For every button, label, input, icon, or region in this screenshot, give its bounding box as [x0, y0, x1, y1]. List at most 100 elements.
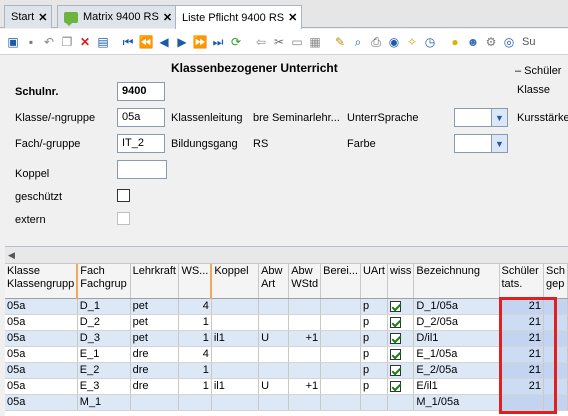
cell-sch-gep[interactable] — [543, 314, 568, 331]
clock-icon[interactable]: ◷ — [422, 34, 438, 50]
save-icon[interactable]: ▪ — [23, 34, 39, 50]
cell-klasse[interactable]: 05a — [5, 346, 78, 363]
gear-icon[interactable]: ⚙ — [483, 34, 499, 50]
cell-wiss[interactable] — [387, 362, 415, 379]
cell-klasse[interactable]: 05a — [5, 394, 78, 411]
prev-icon[interactable]: ◀ — [156, 34, 172, 50]
fach-field[interactable]: IT_2 — [117, 134, 165, 153]
cell-ws[interactable] — [178, 394, 212, 411]
more-label[interactable]: Su — [522, 36, 535, 48]
view-icon[interactable]: ◉ — [386, 34, 402, 50]
cell-ws[interactable]: 1 — [178, 362, 212, 379]
wiss-checkbox[interactable] — [389, 316, 401, 328]
cell-berei[interactable] — [320, 346, 361, 363]
farbe-select[interactable]: ▼ — [454, 134, 508, 153]
cell-berei[interactable] — [320, 330, 361, 347]
cell-bezeichnung[interactable]: D_1/05a — [413, 298, 500, 315]
cell-berei[interactable] — [320, 378, 361, 395]
horizontal-scrollbar[interactable]: ◀ — [5, 247, 568, 264]
wiss-checkbox[interactable] — [389, 380, 401, 392]
unterrsprache-select[interactable]: ▼ — [454, 108, 508, 127]
next-icon[interactable]: ▶ — [174, 34, 190, 50]
cell-uart[interactable]: p — [360, 298, 388, 315]
cell-wiss[interactable] — [387, 346, 415, 363]
refresh-icon[interactable]: ⟳ — [228, 34, 244, 50]
table-row[interactable]: 05a E_3 dre 1 il1 U +1 p E/il1 21 — [5, 378, 568, 395]
cell-schueler-tats[interactable]: 21 — [499, 298, 544, 315]
tab-liste-pflicht[interactable]: Liste Pflicht 9400 RS ✕ — [175, 5, 303, 29]
col-header-bezeichnung[interactable]: Bezeichnung — [413, 264, 500, 299]
delete-icon[interactable]: ✕ — [77, 34, 93, 50]
close-icon[interactable]: ✕ — [163, 11, 172, 24]
cell-abw-art[interactable]: U — [258, 330, 290, 347]
cell-abw-art[interactable]: U — [258, 378, 290, 395]
cell-bezeichnung[interactable]: E_1/05a — [413, 346, 500, 363]
cell-sch-gep[interactable] — [543, 394, 568, 411]
cell-koppel[interactable] — [211, 394, 260, 411]
cell-abw-wstd[interactable] — [288, 346, 322, 363]
cell-abw-wstd[interactable]: +1 — [288, 378, 322, 395]
klasse-field[interactable]: 05a — [117, 108, 165, 127]
cell-fach[interactable]: E_1 — [77, 346, 131, 363]
cell-schueler-tats[interactable]: 21 — [499, 346, 544, 363]
cell-ws[interactable]: 1 — [178, 314, 212, 331]
cell-bezeichnung[interactable]: D/il1 — [413, 330, 500, 347]
col-header-sch-gep[interactable]: Sch gep — [543, 264, 568, 299]
table-row[interactable]: 05a M_1 M_1/05a — [5, 394, 568, 411]
cell-sch-gep[interactable] — [543, 362, 568, 379]
cell-wiss[interactable] — [387, 314, 415, 331]
next-page-icon[interactable]: ⏩ — [192, 34, 208, 50]
chevron-down-icon[interactable]: ▼ — [491, 109, 507, 126]
print-icon[interactable]: ⎙ — [368, 34, 384, 50]
cell-abw-art[interactable] — [258, 394, 290, 411]
wiss-checkbox[interactable] — [389, 332, 401, 344]
cell-sch-gep[interactable] — [543, 346, 568, 363]
cell-bezeichnung[interactable]: E_2/05a — [413, 362, 500, 379]
cell-koppel[interactable]: il1 — [211, 330, 260, 347]
cell-abw-art[interactable] — [258, 298, 290, 315]
cell-schueler-tats[interactable]: 21 — [499, 362, 544, 379]
cell-abw-wstd[interactable]: +1 — [288, 330, 322, 347]
cell-abw-wstd[interactable] — [288, 314, 322, 331]
cell-berei[interactable] — [320, 362, 361, 379]
cell-schueler-tats[interactable]: 21 — [499, 314, 544, 331]
person-icon[interactable]: ☻ — [465, 34, 481, 50]
cell-lehrkraft[interactable]: pet — [130, 330, 180, 347]
cell-abw-art[interactable] — [258, 346, 290, 363]
col-header-berei[interactable]: Berei... — [320, 264, 361, 299]
find-icon[interactable]: ⌕ — [350, 34, 366, 50]
cell-abw-art[interactable] — [258, 314, 290, 331]
cell-bezeichnung[interactable]: D_2/05a — [413, 314, 500, 331]
card-icon[interactable]: ▤ — [95, 34, 111, 50]
cell-koppel[interactable]: il1 — [211, 378, 260, 395]
cell-sch-gep[interactable] — [543, 378, 568, 395]
col-header-uart[interactable]: UArt — [360, 264, 388, 299]
cell-schueler-tats[interactable]: 21 — [499, 330, 544, 347]
col-header-abw-wstd[interactable]: Abw WStd — [288, 264, 322, 299]
cell-uart[interactable]: p — [360, 330, 388, 347]
table-row[interactable]: 05a E_1 dre 4 p E_1/05a 21 — [5, 346, 568, 363]
cell-lehrkraft[interactable]: pet — [130, 298, 180, 315]
cell-koppel[interactable] — [211, 362, 260, 379]
close-icon[interactable]: ✕ — [38, 11, 47, 24]
cell-koppel[interactable] — [211, 298, 260, 315]
bulb-icon[interactable]: ● — [447, 34, 463, 50]
cell-uart[interactable]: p — [360, 314, 388, 331]
close-icon[interactable]: ✕ — [288, 11, 297, 24]
cut-icon[interactable]: ✂ — [271, 34, 287, 50]
paste-icon[interactable]: ▭ — [289, 34, 305, 50]
table-row[interactable]: 05a D_1 pet 4 p D_1/05a 21 — [5, 298, 568, 315]
table-row[interactable]: 05a D_2 pet 1 p D_2/05a 21 — [5, 314, 568, 331]
wiss-checkbox[interactable] — [389, 364, 401, 376]
cell-klasse[interactable]: 05a — [5, 330, 78, 347]
cell-fach[interactable]: E_3 — [77, 378, 131, 395]
first-icon[interactable]: ⏮ — [120, 34, 136, 50]
schulnr-field[interactable]: 9400 — [117, 82, 165, 101]
cell-schueler-tats[interactable]: 21 — [499, 378, 544, 395]
tab-start[interactable]: Start ✕ — [4, 5, 53, 28]
cell-ws[interactable]: 4 — [178, 298, 212, 315]
cell-bezeichnung[interactable]: E/il1 — [413, 378, 500, 395]
copy-icon[interactable]: ❐ — [59, 34, 75, 50]
cell-ws[interactable]: 4 — [178, 346, 212, 363]
cell-sch-gep[interactable] — [543, 330, 568, 347]
